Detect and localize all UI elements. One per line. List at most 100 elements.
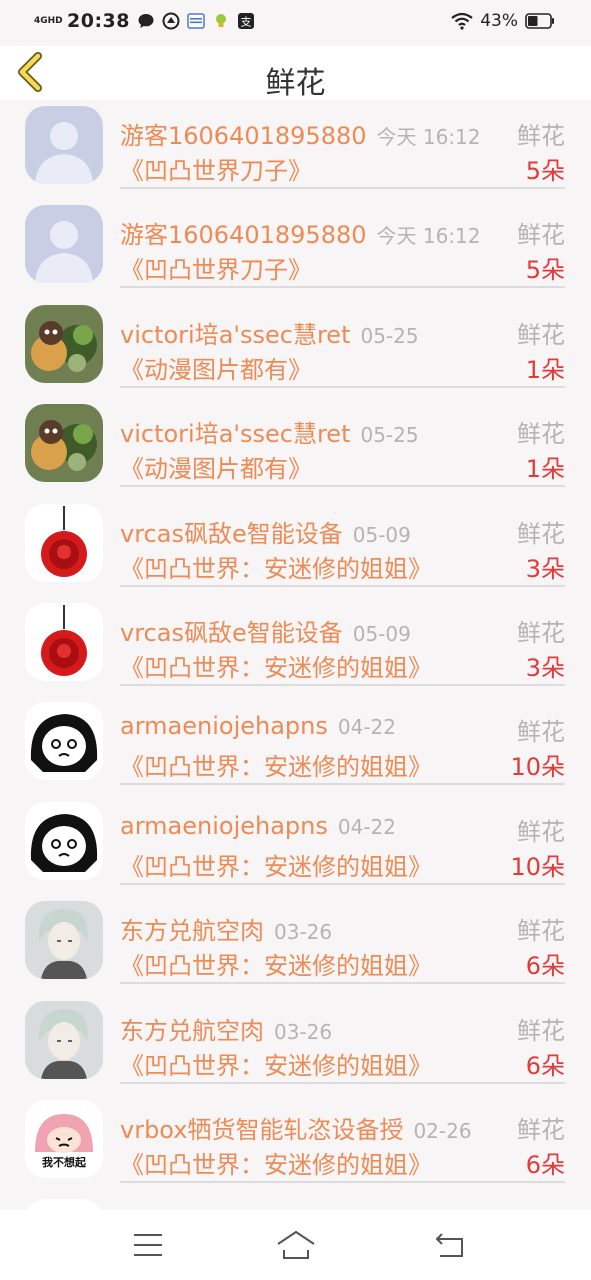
flower-count: 6朵 — [525, 1150, 565, 1179]
back-nav-button[interactable] — [430, 1228, 470, 1262]
payment-app-icon: 支 — [237, 13, 254, 29]
avatar[interactable] — [25, 1000, 103, 1079]
username-text: vrcas砜敌e智能设备 — [120, 618, 343, 647]
list-item-1[interactable]: 游客1606401895880 今天 16:12 鲜花 《凹凸世界刀子》 5朵 — [0, 100, 591, 199]
gift-type-label: 鲜花 — [517, 420, 565, 449]
work-title[interactable]: 《动漫图片都有》 — [120, 449, 312, 484]
username-text: 游客1606401895880 — [120, 122, 367, 150]
timestamp: 今天 16:12 — [376, 125, 481, 149]
wifi-icon — [451, 12, 473, 30]
work-title[interactable]: 《凹凸世界：安迷修的姐姐》 — [120, 549, 432, 584]
username-text: victori培a'ssec慧ret — [120, 420, 351, 449]
rose-avatar-icon — [25, 602, 103, 681]
default-avatar-icon — [25, 106, 103, 184]
work-title[interactable]: 《凹凸世界：安迷修的姐姐》 — [120, 946, 432, 981]
battery-percent: 43% — [480, 11, 518, 31]
avatar[interactable] — [25, 602, 103, 681]
avatar[interactable] — [25, 404, 103, 483]
gift-type-label: 鲜花 — [517, 917, 565, 946]
username[interactable]: armaeniojehapns 04-22 — [120, 812, 396, 840]
cartoon-avatar-icon — [25, 801, 103, 880]
avatar[interactable] — [25, 106, 103, 184]
divider — [120, 783, 565, 786]
gift-type-label: 鲜花 — [517, 1016, 565, 1045]
avatar[interactable]: 我不想起 — [25, 1099, 103, 1178]
avatar-caption: 我不想起 — [42, 1155, 86, 1169]
username[interactable]: 东方兑航空肉 03-26 — [120, 1011, 332, 1046]
gift-type-label: 鲜花 — [517, 320, 565, 349]
username[interactable]: 东方兑航空肉 03-26 — [120, 911, 332, 946]
list-item-6[interactable]: vrcas砜敌e智能设备 05-09 鲜花 《凹凸世界：安迷修的姐姐》 3朵 — [0, 597, 591, 696]
timestamp: 02-26 — [413, 1118, 472, 1143]
username-text: 东方兑航空肉 — [120, 917, 264, 946]
flower-count: 3朵 — [525, 653, 565, 682]
avatar[interactable] — [25, 801, 103, 880]
work-title[interactable]: 《凹凸世界：安迷修的姐姐》 — [120, 847, 432, 882]
username[interactable]: 游客1606401895880 今天 16:12 — [120, 215, 481, 250]
list-item-3[interactable]: victori培a'ssec慧ret 05-25 鲜花 《动漫图片都有》 1朵 — [0, 299, 591, 398]
page-title: 鲜花 — [265, 66, 326, 101]
timestamp: 03-26 — [274, 1019, 333, 1044]
username[interactable]: victori培a'ssec慧ret 05-25 — [120, 414, 419, 449]
avatar[interactable] — [25, 702, 103, 781]
status-bar: 4GHD 20:38 支 43% — [0, 0, 591, 46]
default-avatar-icon — [25, 205, 103, 284]
top-bar: 鲜花 — [0, 46, 591, 101]
svg-text:支: 支 — [240, 16, 251, 29]
message-icon — [138, 14, 154, 28]
avatar[interactable] — [25, 1199, 103, 1210]
menu-icon — [134, 1234, 162, 1256]
anime-avatar-icon — [25, 1000, 103, 1079]
list-item-7[interactable]: armaeniojehapns 04-22 鲜花 《凹凸世界：安迷修的姐姐》 10… — [0, 696, 591, 795]
username-text: 游客1606401895880 — [120, 221, 367, 250]
username-text: victori培a'ssec慧ret — [120, 320, 351, 349]
gift-type-label: 鲜花 — [517, 221, 565, 250]
flower-count: 3朵 — [525, 554, 565, 583]
work-title[interactable]: 《凹凸世界：安迷修的姐姐》 — [120, 747, 432, 782]
avatar[interactable] — [25, 901, 103, 980]
timestamp: 05-25 — [360, 423, 419, 448]
clock: 20:38 — [67, 10, 130, 32]
list-item-8[interactable]: armaeniojehapns 04-22 鲜花 《凹凸世界：安迷修的姐姐》 10… — [0, 796, 591, 895]
username[interactable]: armaeniojehapns 04-22 — [120, 712, 396, 740]
username[interactable]: 游客1606401895880 今天 16:12 — [120, 116, 481, 151]
rose-avatar-icon — [25, 503, 103, 582]
gift-type-label: 鲜花 — [517, 1115, 565, 1144]
app-icon — [162, 12, 180, 30]
menu-button[interactable] — [128, 1228, 168, 1262]
list-item-2[interactable]: 游客1606401895880 今天 16:12 鲜花 《凹凸世界刀子》 5朵 — [0, 199, 591, 298]
timestamp: 05-25 — [360, 323, 419, 348]
flower-count: 5朵 — [525, 157, 565, 185]
work-title[interactable]: 《凹凸世界刀子》 — [120, 151, 312, 186]
flower-count: 5朵 — [525, 256, 565, 285]
list-item-10[interactable]: 东方兑航空肉 03-26 鲜花 《凹凸世界：安迷修的姐姐》 6朵 — [0, 995, 591, 1094]
flower-count: 1朵 — [525, 355, 565, 384]
work-title[interactable]: 《动漫图片都有》 — [120, 350, 312, 385]
home-icon — [277, 1230, 315, 1259]
avatar[interactable] — [25, 304, 103, 383]
work-title[interactable]: 《凹凸世界：安迷修的姐姐》 — [120, 1046, 432, 1081]
avatar[interactable] — [25, 205, 103, 284]
work-title[interactable]: 《凹凸世界：安迷修的姐姐》 — [120, 648, 432, 683]
list-item-5[interactable]: vrcas砜敌e智能设备 05-09 鲜花 《凹凸世界：安迷修的姐姐》 3朵 — [0, 498, 591, 597]
timestamp: 04-22 — [337, 814, 396, 839]
list-item-11[interactable]: 我不想起 vrbox牺货智能轧恣设备授 02-26 鲜花 《凹凸世界：安迷修的姐姐… — [0, 1094, 591, 1193]
username-text: 东方兑航空肉 — [120, 1016, 264, 1045]
list-item-9[interactable]: 东方兑航空肉 03-26 鲜花 《凹凸世界：安迷修的姐姐》 6朵 — [0, 895, 591, 994]
timestamp: 今天 16:12 — [376, 224, 481, 249]
network-indicator: 4GHD — [34, 15, 63, 26]
avatar[interactable] — [25, 503, 103, 582]
username[interactable]: vrcas砜敌e智能设备 05-09 — [120, 514, 411, 549]
home-button[interactable] — [276, 1228, 316, 1262]
bulb-icon — [215, 14, 226, 27]
divider — [120, 584, 565, 587]
username[interactable]: victori培a'ssec慧ret 05-25 — [120, 315, 419, 350]
divider — [120, 882, 565, 885]
work-title[interactable]: 《凹凸世界：安迷修的姐姐》 — [120, 1145, 432, 1180]
username[interactable]: vrbox牺货智能轧恣设备授 02-26 — [120, 1110, 472, 1145]
work-title[interactable]: 《凹凸世界刀子》 — [120, 250, 312, 285]
timestamp: 03-26 — [274, 920, 333, 945]
username[interactable]: vrcas砜敌e智能设备 05-09 — [120, 613, 411, 648]
list-item-partial[interactable] — [0, 1193, 591, 1210]
list-item-4[interactable]: victori培a'ssec慧ret 05-25 鲜花 《动漫图片都有》 1朵 — [0, 398, 591, 497]
